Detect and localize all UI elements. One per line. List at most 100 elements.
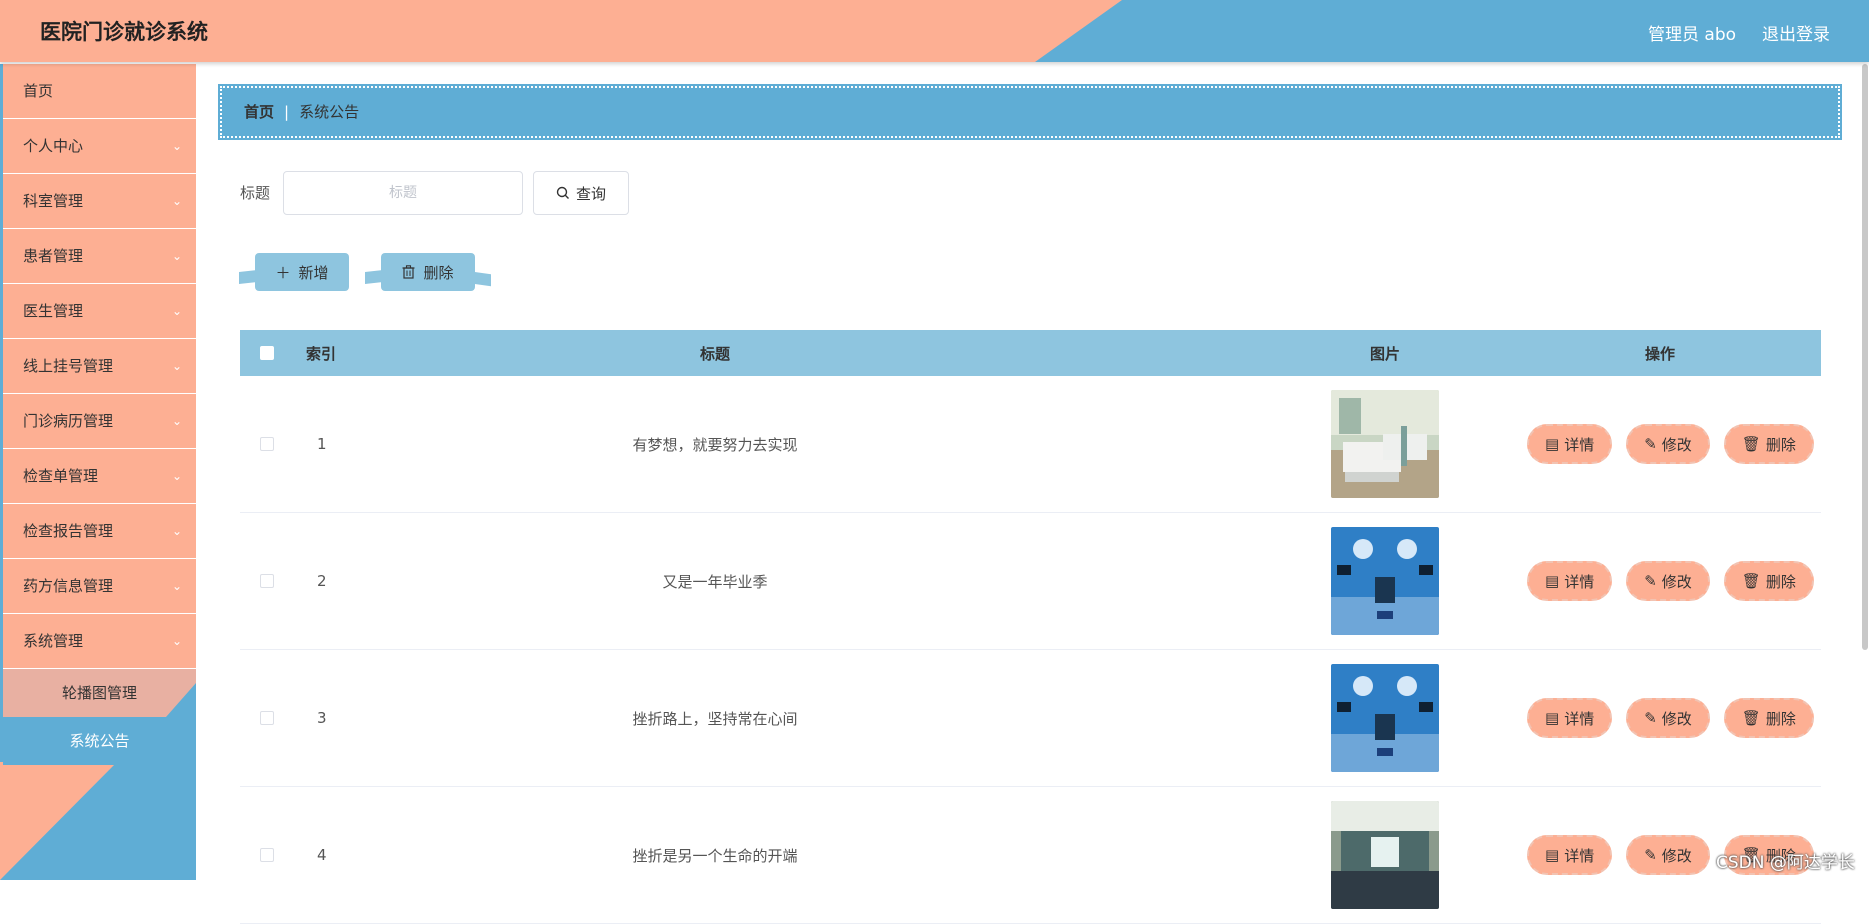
- table-row: 3 挫折路上，坚持常在心间 ▤ 详情 ✎ 修改 🗑 删除: [240, 650, 1821, 787]
- add-button-label: 新增: [298, 263, 329, 282]
- watermark: CSDN @阿达学长: [1716, 853, 1855, 873]
- hospital-corridor-photo[interactable]: [1331, 801, 1439, 909]
- sidebar-item-medical-records[interactable]: 门诊病历管理 ⌄: [3, 394, 196, 449]
- pencil-icon: ✎: [1644, 846, 1657, 864]
- pencil-icon: ✎: [1644, 572, 1657, 590]
- sidebar-item-label: 药方信息管理: [23, 577, 114, 595]
- search-input[interactable]: [283, 171, 523, 215]
- delete-button[interactable]: 🗑 删除: [1723, 561, 1814, 601]
- chevron-down-icon: ⌄: [171, 249, 182, 263]
- chevron-down-icon: ⌄: [171, 469, 182, 483]
- sidebar-item-system[interactable]: 系统管理 ⌄: [3, 614, 196, 669]
- pencil-icon: ✎: [1644, 709, 1657, 727]
- sidebar-item-exam-reports[interactable]: 检查报告管理 ⌄: [3, 504, 196, 559]
- sidebar-subitem-carousel[interactable]: 轮播图管理: [3, 669, 196, 717]
- row-image-cell: [1331, 787, 1439, 923]
- header-cell-select: [260, 330, 274, 376]
- sidebar-subitem-label: 系统公告: [69, 732, 130, 750]
- detail-button[interactable]: ▤ 详情: [1527, 561, 1613, 601]
- button-decoration: [473, 271, 491, 287]
- column-header-ops: 操作: [1644, 344, 1675, 363]
- row-select-cell: [260, 650, 274, 786]
- detail-button[interactable]: ▤ 详情: [1527, 698, 1613, 738]
- hospital-ward-photo[interactable]: [1331, 390, 1439, 498]
- chevron-down-icon: ⌄: [171, 139, 182, 153]
- edit-label: 修改: [1661, 435, 1692, 454]
- chevron-down-icon: ⌄: [171, 579, 182, 593]
- breadcrumb-current: 系统公告: [299, 103, 360, 121]
- chevron-down-icon: ⌄: [171, 524, 182, 538]
- select-all-checkbox[interactable]: [260, 346, 274, 360]
- sidebar-item-online-registration[interactable]: 线上挂号管理 ⌄: [3, 339, 196, 394]
- document-icon: ▤: [1545, 572, 1560, 590]
- top-header: 医院门诊就诊系统 管理员 abo 退出登录: [0, 0, 1869, 62]
- page-scrollbar[interactable]: [1862, 64, 1868, 650]
- edit-button[interactable]: ✎ 修改: [1626, 698, 1710, 738]
- row-title: 有梦想，就要努力去实现: [632, 435, 798, 454]
- sidebar-item-label: 个人中心: [23, 137, 84, 155]
- row-index: 3: [317, 709, 327, 727]
- sidebar-item-label: 检查单管理: [23, 467, 99, 485]
- sidebar-item-doctors[interactable]: 医生管理 ⌄: [3, 284, 196, 339]
- row-title: 挫折路上，坚持常在心间: [632, 709, 798, 728]
- chevron-down-icon: ⌄: [171, 194, 182, 208]
- sidebar-item-personal-center[interactable]: 个人中心 ⌄: [3, 119, 196, 174]
- table-header: 索引 标题 图片 操作: [240, 330, 1821, 376]
- sidebar-subitem-announcements[interactable]: 系统公告: [3, 717, 196, 765]
- sidebar-item-exam-orders[interactable]: 检查单管理 ⌄: [3, 449, 196, 504]
- row-checkbox[interactable]: [260, 574, 274, 588]
- row-image-cell: [1331, 650, 1439, 786]
- search-button-label: 查询: [575, 184, 606, 203]
- sidebar-item-label: 门诊病历管理: [23, 412, 114, 430]
- edit-label: 修改: [1661, 846, 1692, 865]
- column-header-title: 标题: [699, 344, 730, 363]
- operating-room-photo[interactable]: [1331, 527, 1439, 635]
- header-cell-image: 图片: [1310, 330, 1460, 376]
- row-checkbox[interactable]: [260, 848, 274, 862]
- operating-room-photo[interactable]: [1331, 664, 1439, 772]
- table-row: 1 有梦想，就要努力去实现 ▤ 详情 ✎ 修改 🗑 删除: [240, 376, 1821, 513]
- sidebar-item-label: 患者管理: [23, 247, 84, 265]
- edit-button[interactable]: ✎ 修改: [1626, 835, 1710, 875]
- detail-label: 详情: [1564, 709, 1595, 728]
- sidebar-item-label: 检查报告管理: [23, 522, 114, 540]
- delete-button[interactable]: 🗑 删除: [1723, 698, 1814, 738]
- header-cell-ops: 操作: [1510, 330, 1810, 376]
- breadcrumb-separator: |: [284, 103, 290, 121]
- document-icon: ▤: [1545, 846, 1560, 864]
- delete-button-label: 删除: [423, 263, 454, 282]
- logout-link[interactable]: 退出登录: [1762, 20, 1830, 45]
- trash-icon: [402, 265, 415, 279]
- search-button[interactable]: 查询: [533, 171, 629, 215]
- chevron-down-icon: ⌄: [171, 359, 182, 373]
- breadcrumb-home[interactable]: 首页: [244, 103, 274, 121]
- row-actions: ▤ 详情 ✎ 修改 🗑 删除: [1527, 513, 1814, 649]
- edit-button[interactable]: ✎ 修改: [1626, 561, 1710, 601]
- row-checkbox[interactable]: [260, 437, 274, 451]
- row-checkbox[interactable]: [260, 711, 274, 725]
- sidebar-item-department[interactable]: 科室管理 ⌄: [3, 174, 196, 229]
- sidebar-item-prescriptions[interactable]: 药方信息管理 ⌄: [3, 559, 196, 614]
- add-button[interactable]: ＋ 新增: [239, 253, 349, 291]
- column-header-index: 索引: [306, 344, 337, 363]
- trash-icon: 🗑: [1741, 435, 1761, 453]
- sidebar-item-home[interactable]: 首页: [3, 64, 196, 119]
- sidebar-item-patients[interactable]: 患者管理 ⌄: [3, 229, 196, 284]
- batch-delete-button[interactable]: 删除: [365, 253, 491, 291]
- row-select-cell: [260, 376, 274, 512]
- header-cell-index: 索引: [306, 330, 336, 376]
- edit-label: 修改: [1661, 572, 1692, 591]
- detail-button[interactable]: ▤ 详情: [1527, 835, 1613, 875]
- pencil-icon: ✎: [1644, 435, 1657, 453]
- sidebar-item-label: 医生管理: [23, 302, 84, 320]
- row-actions: ▤ 详情 ✎ 修改 🗑 删除: [1527, 376, 1814, 512]
- detail-button[interactable]: ▤ 详情: [1527, 424, 1613, 464]
- document-icon: ▤: [1545, 709, 1560, 727]
- delete-button[interactable]: 🗑 删除: [1723, 424, 1814, 464]
- header-cell-title: 标题: [440, 330, 990, 376]
- search-icon: [556, 186, 569, 199]
- search-label: 标题: [240, 184, 271, 202]
- row-select-cell: [260, 787, 274, 923]
- edit-button[interactable]: ✎ 修改: [1626, 424, 1710, 464]
- row-index: 1: [317, 435, 327, 453]
